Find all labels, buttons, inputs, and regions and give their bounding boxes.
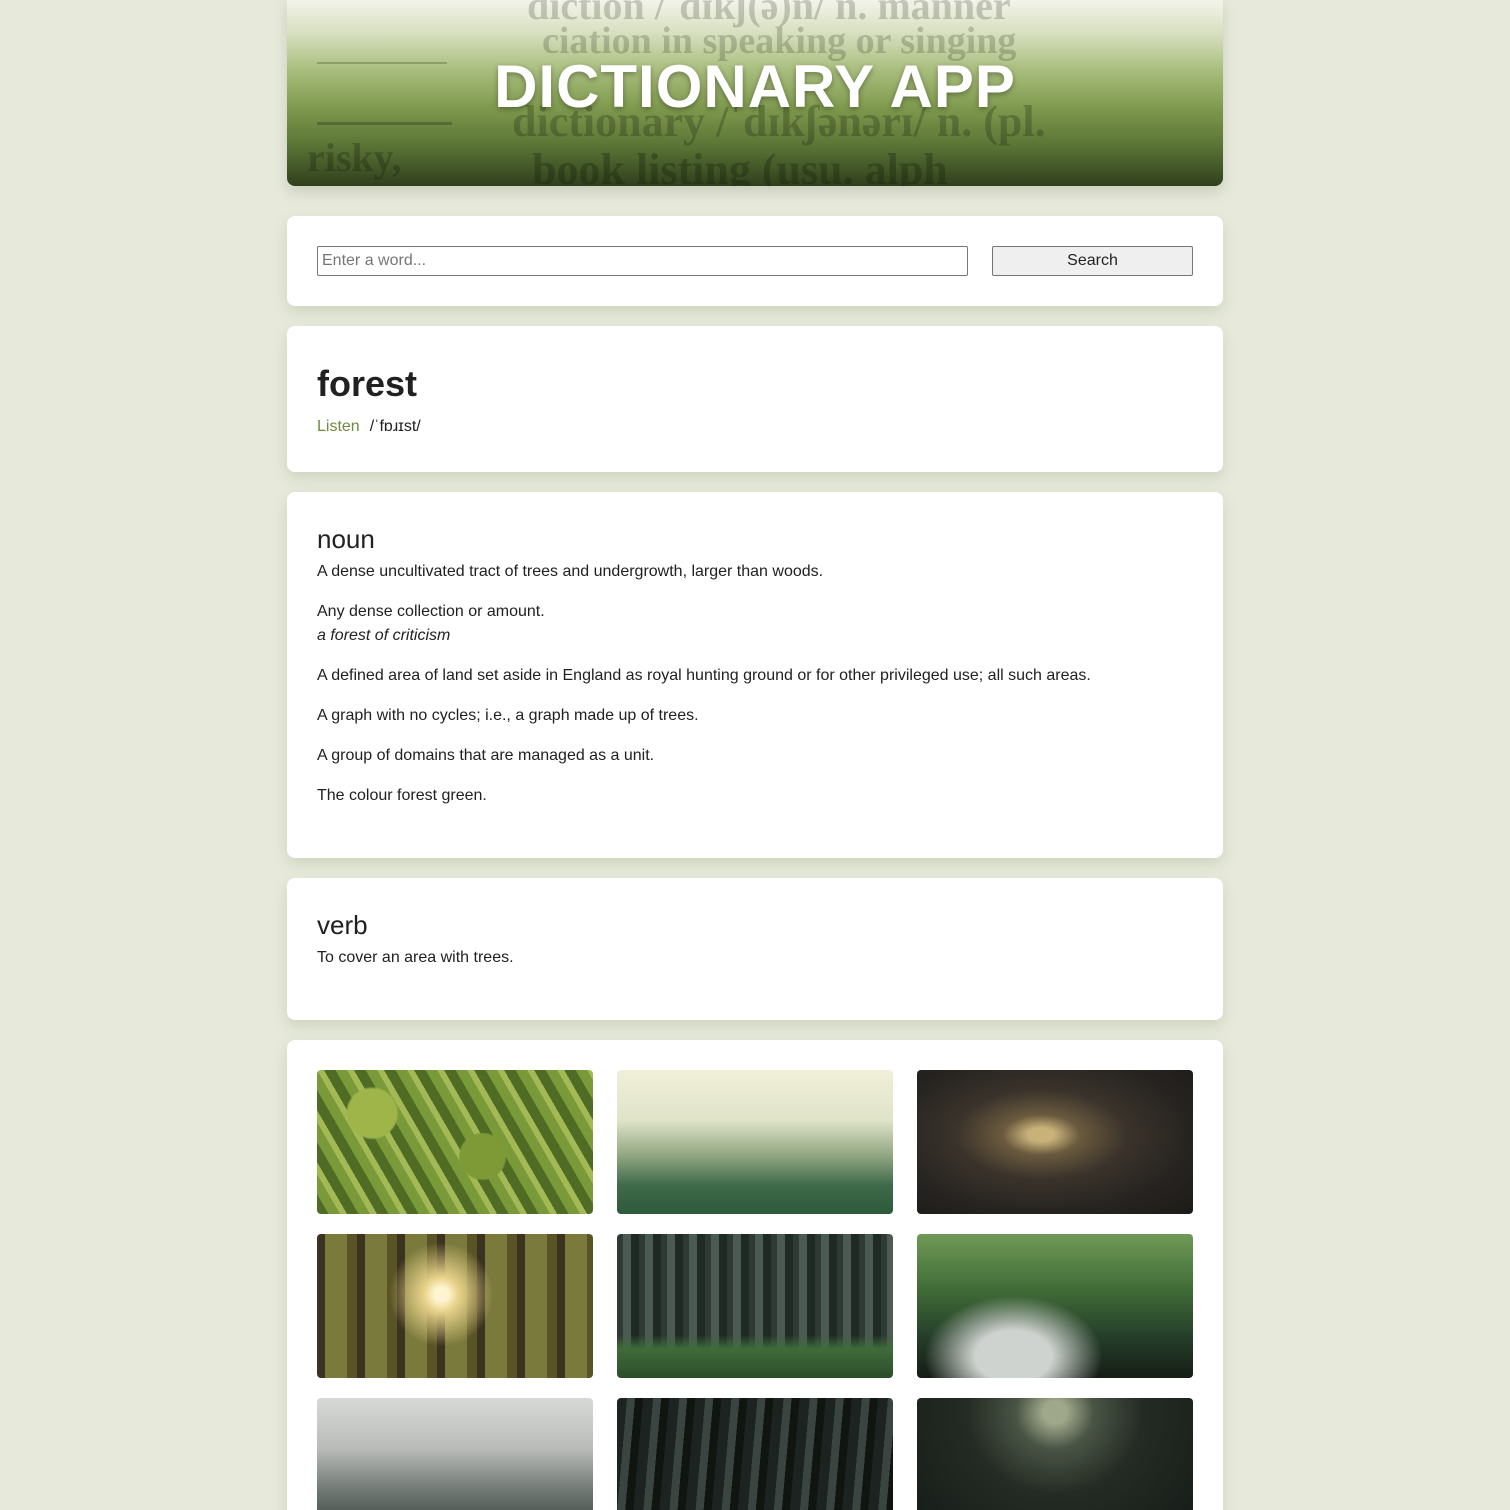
pronunciation-row: Listen /ˈfɒɹɪst/ [317, 418, 1193, 436]
gallery-image[interactable] [317, 1398, 593, 1510]
part-of-speech: noun [317, 524, 375, 554]
definition: A graph with no cycles; i.e., a graph ma… [317, 707, 699, 724]
definition: A dense uncultivated tract of trees and … [317, 563, 824, 580]
meaning-card-verb: verb To cover an area with trees. [287, 878, 1223, 1020]
definition: To cover an area with trees. [317, 949, 514, 966]
gallery-image[interactable] [917, 1070, 1193, 1214]
gallery-image[interactable] [917, 1398, 1193, 1510]
gallery-image[interactable] [617, 1398, 893, 1510]
search-input[interactable] [317, 246, 968, 276]
search-card: Search [287, 216, 1223, 306]
definition: The colour forest green. [317, 787, 487, 804]
word-title: forest [317, 363, 418, 404]
gallery-image[interactable] [617, 1234, 893, 1378]
meaning-card-noun: noun A dense uncultivated tract of trees… [287, 492, 1223, 858]
gallery-image[interactable] [917, 1234, 1193, 1378]
app-container: diction /ˈdɪkʃ(ə)n/ n. manner ciation in… [287, 0, 1223, 1510]
part-of-speech: verb [317, 910, 368, 940]
definition: A group of domains that are managed as a… [317, 747, 655, 764]
gallery-image[interactable] [317, 1070, 593, 1214]
app-title: DICTIONARY APP [494, 53, 1016, 120]
image-gallery [317, 1070, 1193, 1510]
definition: Any dense collection or amount. a forest… [317, 600, 1193, 648]
gallery-image[interactable] [617, 1070, 893, 1214]
gallery-image[interactable] [317, 1234, 593, 1378]
header-banner: diction /ˈdɪkʃ(ə)n/ n. manner ciation in… [287, 0, 1223, 186]
image-gallery-card [287, 1040, 1223, 1510]
search-button[interactable]: Search [992, 246, 1193, 276]
definition: A defined area of land set aside in Engl… [317, 667, 1091, 684]
listen-link[interactable]: Listen [317, 418, 360, 436]
word-card: forest Listen /ˈfɒɹɪst/ [287, 326, 1223, 472]
definition-example: a forest of criticism [317, 627, 451, 644]
phonetic-text: /ˈfɒɹɪst/ [369, 418, 421, 435]
